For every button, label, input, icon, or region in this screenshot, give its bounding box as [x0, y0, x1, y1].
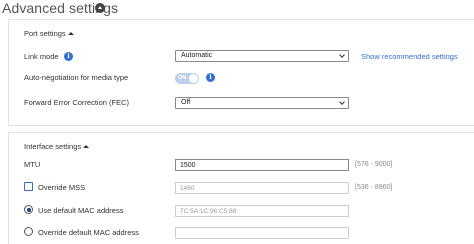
override-mss-range: [536 - 8960]	[355, 184, 393, 191]
override-mss-label: Override MSS	[38, 183, 86, 192]
override-mss-checkbox[interactable]	[24, 182, 33, 191]
advanced-settings-header: Advanced settings	[0, 0, 474, 17]
chevron-down-icon	[339, 52, 345, 58]
toggle-state-label: ON	[178, 74, 187, 81]
use-default-mac-label: Use default MAC address	[38, 206, 124, 215]
info-icon[interactable]: i	[64, 52, 73, 61]
mtu-label: MTU	[24, 160, 41, 169]
override-default-mac-radio[interactable]	[24, 227, 33, 236]
use-default-mac-radio[interactable]	[24, 205, 33, 214]
link-mode-label: Link mode	[24, 52, 59, 61]
chevron-down-icon	[339, 99, 345, 105]
default-mac-value: 7C:5A:1C:96:C5:88	[180, 207, 237, 215]
link-mode-select[interactable]: Automatic	[175, 50, 349, 62]
auto-negotiation-label: Auto-negotiation for media type	[24, 73, 129, 82]
mtu-input[interactable]: 1500	[175, 159, 349, 171]
fec-value: Off	[181, 99, 191, 106]
default-mac-input[interactable]: 7C:5A:1C:96:C5:88	[175, 205, 349, 217]
override-mss-input[interactable]: 1460	[175, 182, 349, 194]
collapse-icon[interactable]	[95, 3, 105, 13]
show-recommended-settings-link[interactable]: Show recommended settings	[361, 52, 458, 61]
interface-settings-section: Interface settings MTU 1500 [576 - 9000]…	[8, 132, 474, 244]
fec-label: Forward Error Correction (FEC)	[24, 98, 130, 107]
caret-up-icon	[83, 145, 90, 148]
mtu-value: 1500	[180, 161, 196, 169]
fec-select[interactable]: Off	[175, 97, 349, 109]
link-mode-value: Automatic	[181, 52, 213, 59]
port-settings-section: Port settings Link mode i Automatic Show…	[8, 19, 474, 126]
override-mss-value: 1460	[180, 184, 195, 192]
override-default-mac-label: Override default MAC address	[38, 228, 139, 237]
override-mac-input[interactable]	[175, 227, 349, 239]
info-icon[interactable]: i	[206, 73, 215, 82]
interface-settings-title[interactable]: Interface settings	[24, 142, 90, 151]
toggle-knob	[189, 74, 198, 83]
auto-negotiation-toggle[interactable]: ON	[175, 73, 199, 84]
mtu-range: [576 - 9000]	[355, 161, 393, 168]
caret-up-icon	[67, 32, 74, 35]
port-settings-title[interactable]: Port settings	[24, 29, 74, 38]
